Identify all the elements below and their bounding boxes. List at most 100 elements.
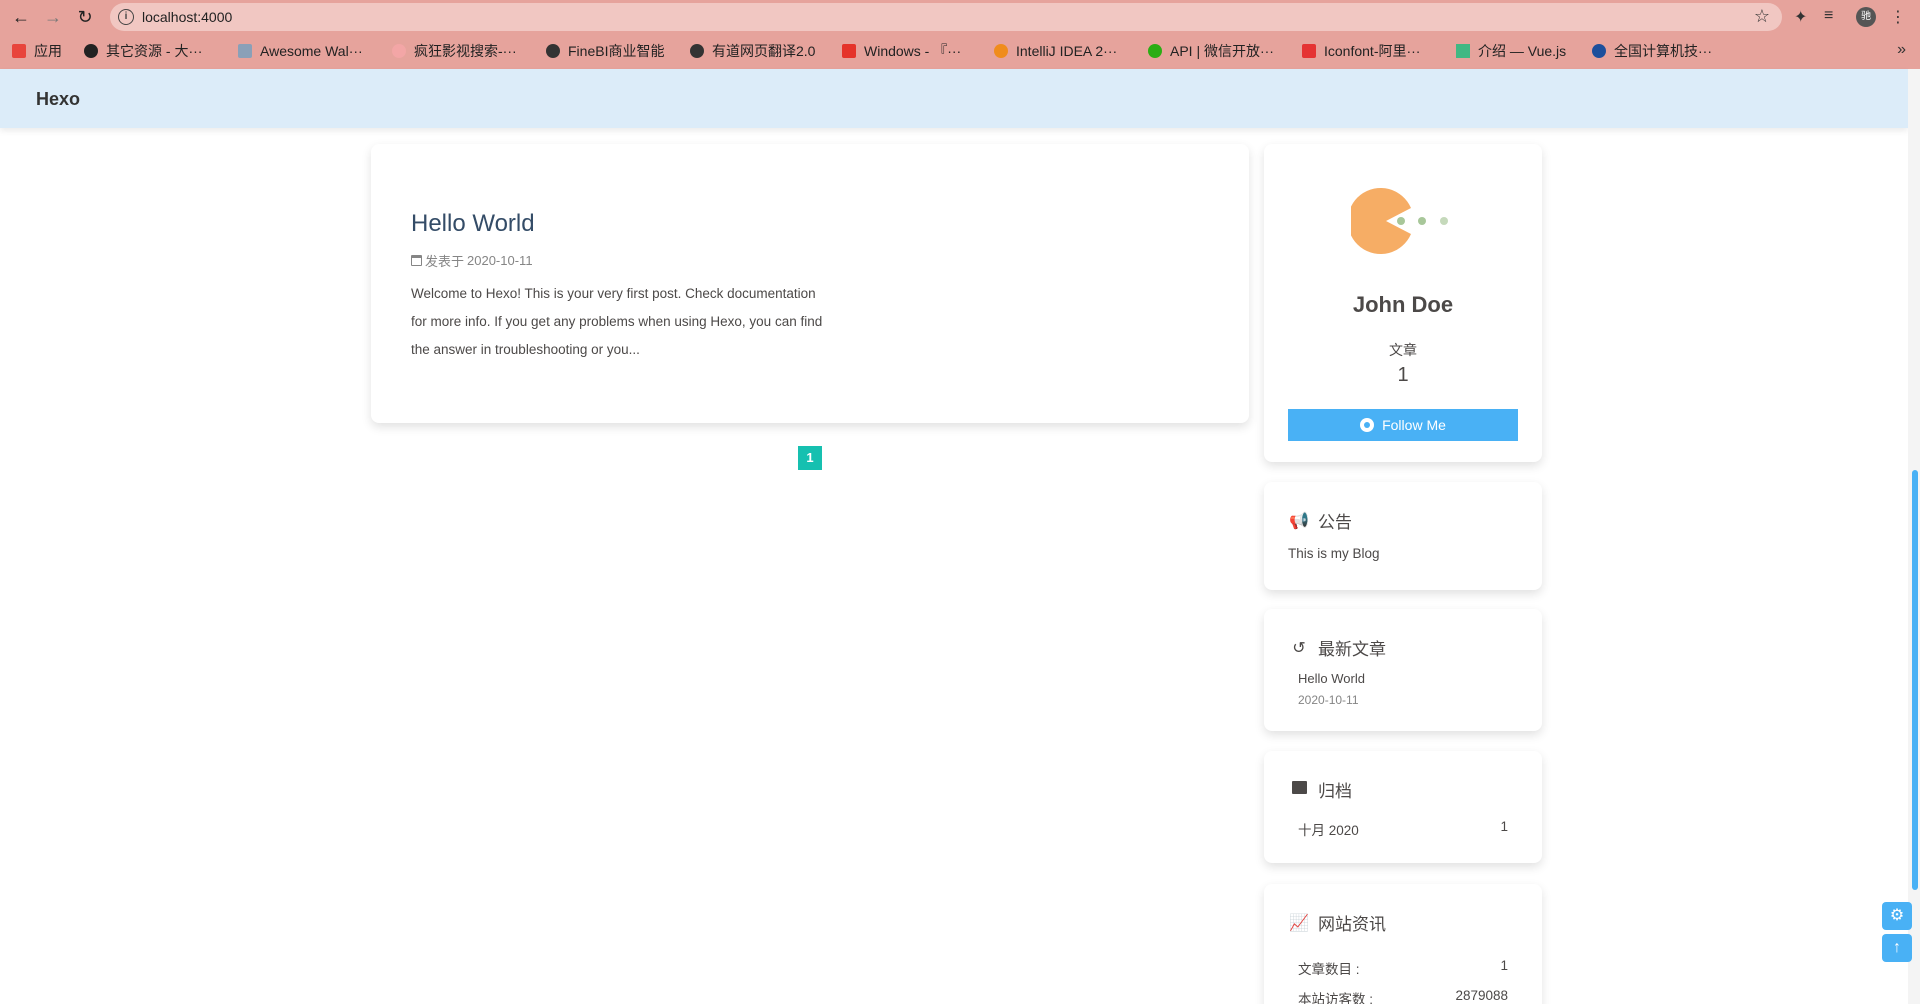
- site-info-title-text: 网站资讯: [1318, 915, 1386, 934]
- browser-toolbar: ← → ↻ i localhost:4000 ☆ ✦ ≡ 驰 ⋮: [0, 0, 1920, 34]
- bookmark-label: Awesome Wal···: [260, 43, 363, 59]
- site-favicon-icon: [84, 44, 98, 58]
- bookmark-item[interactable]: API | 微信开放···: [1148, 41, 1274, 61]
- reload-icon[interactable]: ↻: [74, 6, 96, 28]
- site-info-card: 📈 网站资讯 文章数目 : 1 本站访客数 : 2879088: [1264, 884, 1542, 1004]
- bookmark-star-icon[interactable]: ☆: [1754, 6, 1770, 27]
- browser-chrome: ← → ↻ i localhost:4000 ☆ ✦ ≡ 驰 ⋮ 应用 其它资源…: [0, 0, 1920, 69]
- post-title-link[interactable]: Hello World: [411, 210, 535, 238]
- site-header: Hexo: [0, 69, 1908, 128]
- site-info-value: 1: [1500, 958, 1508, 973]
- site-favicon-icon: [392, 44, 406, 58]
- calendar-icon: [411, 255, 422, 266]
- articles-label[interactable]: 文章: [1264, 340, 1542, 360]
- site-favicon-icon: [842, 44, 856, 58]
- history-icon: ↺: [1292, 639, 1306, 657]
- back-to-top-icon[interactable]: ↑: [1882, 934, 1912, 962]
- bookmark-apps[interactable]: 应用: [12, 41, 62, 61]
- avatar: [1351, 188, 1448, 254]
- bookmark-label: API | 微信开放···: [1170, 43, 1274, 59]
- post-card: Hello World 发表于 2020-10-11 Welcome to He…: [371, 144, 1249, 423]
- site-info-row: 本站访客数 : 2879088: [1298, 988, 1508, 1004]
- notice-title-text: 公告: [1318, 513, 1352, 532]
- site-favicon-icon: [1302, 44, 1316, 58]
- archive-item-label: 十月 2020: [1298, 823, 1359, 838]
- bookmark-item[interactable]: IntelliJ IDEA 2···: [994, 41, 1117, 61]
- bookmark-label: FineBI商业智能: [568, 43, 665, 59]
- line-chart-icon: 📈: [1289, 914, 1309, 932]
- post-excerpt: Welcome to Hexo! This is your very first…: [411, 286, 823, 357]
- url-text[interactable]: localhost:4000: [142, 9, 232, 25]
- site-info-label: 文章数目 :: [1298, 962, 1360, 977]
- recent-posts-title-text: 最新文章: [1318, 640, 1386, 659]
- recent-posts-title: ↺ 最新文章: [1288, 635, 1386, 660]
- notice-card: 📢 公告 This is my Blog: [1264, 482, 1542, 590]
- bookmark-label: Windows - 『···: [864, 43, 962, 59]
- post-meta: 发表于 2020-10-11: [411, 251, 533, 270]
- settings-gear-icon[interactable]: ⚙: [1882, 902, 1912, 930]
- bookmarks-overflow-icon[interactable]: »: [1897, 41, 1906, 59]
- page-scrollbar-thumb[interactable]: [1912, 470, 1918, 890]
- browser-menu-icon[interactable]: ⋮: [1890, 7, 1906, 27]
- bookmark-label: 有道网页翻译2.0: [712, 43, 816, 59]
- site-info-icon[interactable]: i: [118, 9, 134, 25]
- post-date: 2020-10-11: [467, 253, 533, 268]
- author-card: John Doe 文章 1 Follow Me: [1264, 144, 1542, 462]
- archive-item-count: 1: [1500, 819, 1508, 834]
- reading-list-icon[interactable]: ≡: [1824, 7, 1833, 25]
- bookmark-label: Iconfont-阿里···: [1324, 43, 1421, 59]
- bookmark-label: 全国计算机技···: [1614, 43, 1712, 59]
- globe-icon: [690, 44, 704, 58]
- bookmark-item[interactable]: FineBI商业智能: [546, 41, 664, 61]
- bookmark-item[interactable]: 全国计算机技···: [1592, 41, 1712, 61]
- follow-me-label: Follow Me: [1382, 417, 1446, 433]
- author-name: John Doe: [1352, 292, 1454, 317]
- bookmarks-bar: 应用 其它资源 - 大··· Awesome Wal··· 疯狂影视搜索-···…: [0, 37, 1920, 65]
- archive-title: 归档: [1288, 777, 1352, 802]
- bookmark-label: 疯狂影视搜索-···: [414, 43, 517, 59]
- bookmark-label: 应用: [34, 43, 62, 59]
- forward-icon[interactable]: →: [42, 6, 64, 28]
- bookmark-item[interactable]: 疯狂影视搜索-···: [392, 41, 517, 61]
- bookmark-label: IntelliJ IDEA 2···: [1016, 43, 1118, 59]
- notice-title: 📢 公告: [1288, 508, 1352, 533]
- bookmark-item[interactable]: Awesome Wal···: [238, 41, 363, 61]
- archive-card: 归档 十月 2020 1: [1264, 751, 1542, 863]
- github-icon: [1360, 418, 1375, 432]
- site-favicon-icon: [994, 44, 1008, 58]
- bullhorn-icon: 📢: [1289, 512, 1309, 530]
- articles-count[interactable]: 1: [1264, 364, 1542, 387]
- bookmark-item[interactable]: 其它资源 - 大···: [84, 41, 202, 61]
- vue-icon: [1456, 44, 1470, 58]
- follow-me-button[interactable]: Follow Me: [1288, 409, 1518, 441]
- bookmark-label: 介绍 — Vue.js: [1478, 43, 1567, 59]
- extensions-icon[interactable]: ✦: [1794, 7, 1807, 27]
- wechat-icon: [1148, 44, 1162, 58]
- bookmark-item[interactable]: Windows - 『···: [842, 41, 961, 61]
- site-info-label: 本站访客数 :: [1298, 992, 1374, 1004]
- site-name-link[interactable]: Hexo: [36, 89, 80, 110]
- site-info-row: 文章数目 : 1: [1298, 958, 1508, 978]
- recent-post-date: 2020-10-11: [1298, 693, 1359, 707]
- back-icon[interactable]: ←: [10, 6, 32, 28]
- post-meta-prefix: 发表于: [425, 254, 465, 269]
- apps-grid-icon: [12, 44, 26, 58]
- address-bar[interactable]: i localhost:4000 ☆: [110, 3, 1782, 31]
- archive-item[interactable]: 十月 2020 1: [1298, 819, 1508, 839]
- pagination-current-page[interactable]: 1: [798, 446, 822, 470]
- bookmark-item[interactable]: 有道网页翻译2.0: [690, 41, 815, 61]
- globe-icon: [546, 44, 560, 58]
- site-favicon-icon: [1592, 44, 1606, 58]
- site-favicon-icon: [238, 44, 252, 58]
- profile-avatar[interactable]: 驰: [1856, 7, 1876, 27]
- recent-post-link[interactable]: Hello World: [1298, 671, 1365, 686]
- bookmark-item[interactable]: 介绍 — Vue.js: [1456, 41, 1566, 61]
- bookmark-label: 其它资源 - 大···: [106, 43, 203, 59]
- site-info-title: 📈 网站资讯: [1288, 910, 1386, 935]
- site-info-value: 2879088: [1455, 988, 1508, 1003]
- archive-box-icon: [1288, 780, 1310, 799]
- recent-posts-card: ↺ 最新文章 Hello World 2020-10-11: [1264, 609, 1542, 731]
- bookmark-item[interactable]: Iconfont-阿里···: [1302, 41, 1420, 61]
- archive-title-text: 归档: [1318, 782, 1352, 801]
- notice-text: This is my Blog: [1288, 546, 1380, 561]
